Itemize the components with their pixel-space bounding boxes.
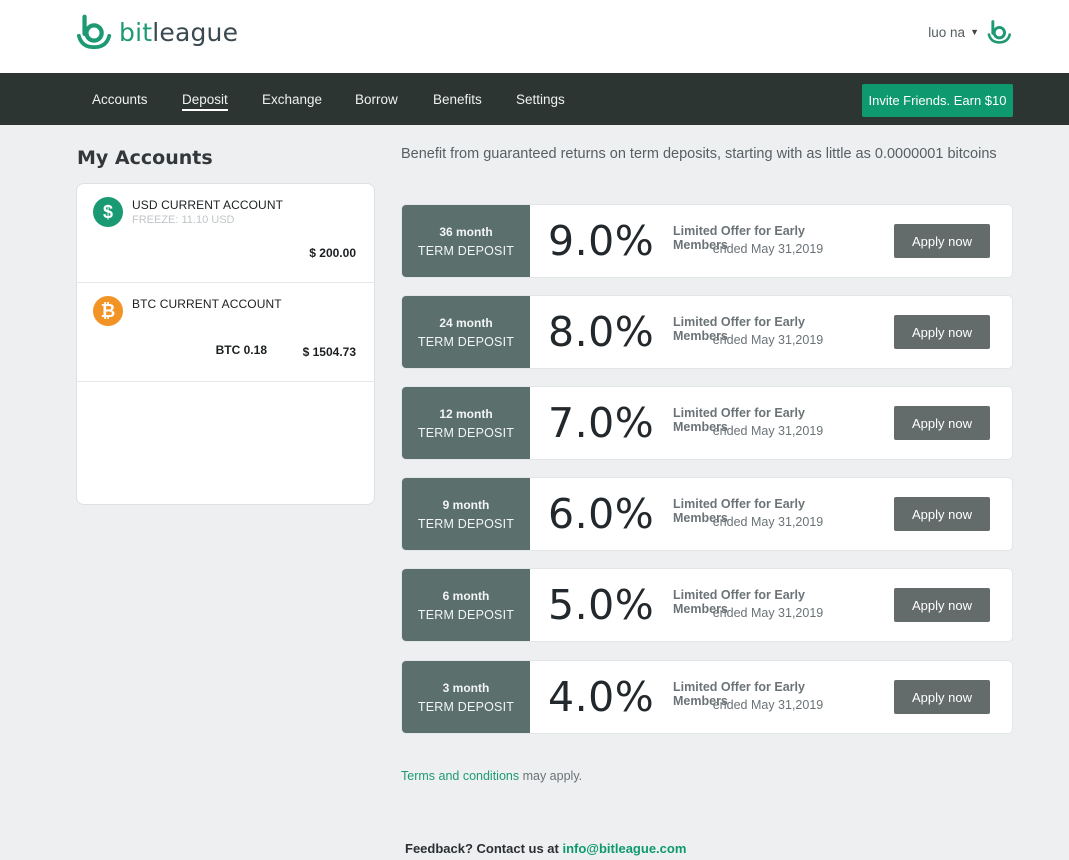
deposit-card-36: 36 month TERM DEPOSIT 9.0% Limited Offer…: [401, 204, 1013, 278]
term-box: 9 month TERM DEPOSIT: [402, 478, 530, 550]
deposit-card-9: 9 month TERM DEPOSIT 6.0% Limited Offer …: [401, 477, 1013, 551]
top-header: bitleague luo na ▼: [0, 0, 1069, 73]
term-box: 12 month TERM DEPOSIT: [402, 387, 530, 459]
term-box: 3 month TERM DEPOSIT: [402, 661, 530, 733]
term-month: 12 month: [439, 407, 493, 421]
contact-email-link[interactable]: info@bitleague.com: [562, 841, 686, 856]
offer-date: ended May 31,2019: [712, 606, 824, 620]
term-label: TERM DEPOSIT: [417, 700, 515, 714]
terms-note: Terms and conditions may apply.: [401, 769, 582, 783]
term-label: TERM DEPOSIT: [417, 426, 515, 440]
apply-now-button[interactable]: Apply now: [894, 680, 990, 714]
account-balance: $ 200.00: [309, 246, 356, 260]
term-month: 24 month: [439, 316, 493, 330]
nav-benefits[interactable]: Benefits: [433, 92, 482, 108]
account-row-btc[interactable]: ₿ BTC CURRENT ACCOUNT BTC 0.18 $ 1504.73: [77, 283, 374, 382]
feedback-prefix: Feedback? Contact us at: [405, 841, 563, 856]
interest-rate: 8.0%: [548, 308, 655, 356]
brand-name: bitleague: [119, 17, 239, 47]
deposit-card-6: 6 month TERM DEPOSIT 5.0% Limited Offer …: [401, 568, 1013, 642]
user-name: luo na: [928, 24, 966, 40]
offer-date: ended May 31,2019: [712, 242, 824, 256]
account-name: USD CURRENT ACCOUNT: [132, 198, 284, 212]
chevron-down-icon: ▼: [970, 27, 979, 37]
apply-now-button[interactable]: Apply now: [894, 224, 990, 258]
term-month: 3 month: [442, 681, 490, 695]
deposit-card-3: 3 month TERM DEPOSIT 4.0% Limited Offer …: [401, 660, 1013, 734]
nav-exchange[interactable]: Exchange: [262, 92, 322, 108]
terms-link[interactable]: Terms and conditions: [401, 769, 519, 783]
feedback-line: Feedback? Contact us at info@bitleague.c…: [405, 841, 686, 856]
deposit-intro: Benefit from guaranteed returns on term …: [401, 146, 997, 162]
nav-settings[interactable]: Settings: [516, 92, 565, 108]
interest-rate: 5.0%: [548, 581, 655, 629]
term-label: TERM DEPOSIT: [417, 244, 515, 258]
term-month: 36 month: [439, 225, 493, 239]
term-label: TERM DEPOSIT: [417, 608, 515, 622]
apply-now-button[interactable]: Apply now: [894, 497, 990, 531]
apply-now-button[interactable]: Apply now: [894, 315, 990, 349]
account-freeze: FREEZE: 11.10 USD: [132, 214, 235, 226]
account-balance: $ 1504.73: [302, 345, 356, 359]
my-accounts-title: My Accounts: [77, 147, 213, 169]
offer-date: ended May 31,2019: [712, 515, 824, 529]
account-btc-amount: BTC 0.18: [215, 343, 267, 357]
bitleague-avatar-icon: [987, 20, 1012, 44]
nav-accounts[interactable]: Accounts: [92, 92, 148, 108]
brand-logo[interactable]: bitleague: [76, 12, 238, 52]
account-name: BTC CURRENT ACCOUNT: [132, 297, 282, 311]
term-label: TERM DEPOSIT: [417, 335, 515, 349]
term-label: TERM DEPOSIT: [417, 517, 515, 531]
interest-rate: 7.0%: [548, 399, 655, 447]
terms-suffix: may apply.: [519, 769, 583, 783]
offer-date: ended May 31,2019: [712, 698, 824, 712]
apply-now-button[interactable]: Apply now: [894, 406, 990, 440]
term-box: 36 month TERM DEPOSIT: [402, 205, 530, 277]
interest-rate: 4.0%: [548, 673, 655, 721]
deposit-card-24: 24 month TERM DEPOSIT 8.0% Limited Offer…: [401, 295, 1013, 369]
accounts-card: $ USD CURRENT ACCOUNT FREEZE: 11.10 USD …: [76, 183, 375, 505]
nav-borrow[interactable]: Borrow: [355, 92, 398, 108]
interest-rate: 9.0%: [548, 217, 655, 265]
nav-deposit[interactable]: Deposit: [182, 92, 228, 111]
account-row-usd[interactable]: $ USD CURRENT ACCOUNT FREEZE: 11.10 USD …: [77, 184, 374, 283]
invite-friends-button[interactable]: Invite Friends. Earn $10: [862, 84, 1013, 117]
bitcoin-icon: ₿: [93, 296, 123, 326]
apply-now-button[interactable]: Apply now: [894, 588, 990, 622]
term-month: 6 month: [442, 589, 490, 603]
main-nav: Accounts Deposit Exchange Borrow Benefit…: [0, 73, 1069, 125]
deposit-card-12: 12 month TERM DEPOSIT 7.0% Limited Offer…: [401, 386, 1013, 460]
term-month: 9 month: [442, 498, 490, 512]
offer-date: ended May 31,2019: [712, 333, 824, 347]
term-box: 24 month TERM DEPOSIT: [402, 296, 530, 368]
user-menu[interactable]: luo na ▼: [928, 18, 1013, 46]
bitleague-logo-icon: [76, 14, 112, 50]
interest-rate: 6.0%: [548, 490, 655, 538]
dollar-icon: $: [93, 197, 123, 227]
term-box: 6 month TERM DEPOSIT: [402, 569, 530, 641]
offer-date: ended May 31,2019: [712, 424, 824, 438]
